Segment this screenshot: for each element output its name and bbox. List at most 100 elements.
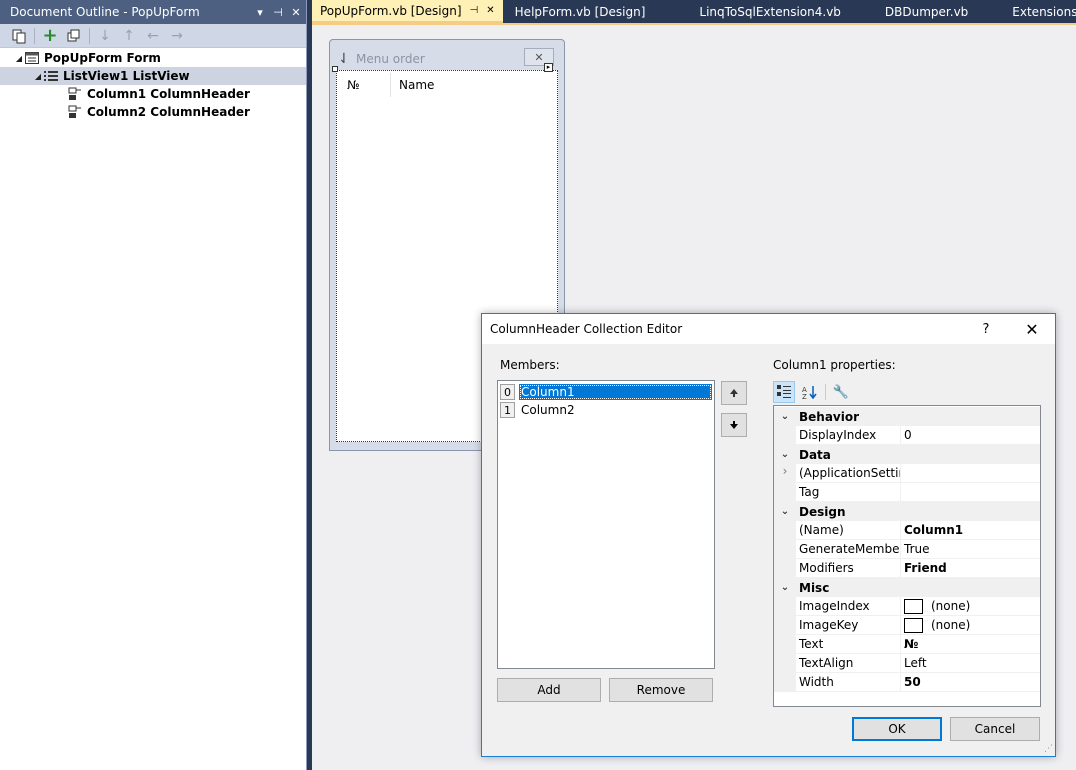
- resize-handle[interactable]: [332, 66, 338, 72]
- property-name[interactable]: ImageKey: [796, 616, 900, 635]
- property-row[interactable]: TextAlign Left: [774, 654, 1040, 673]
- move-up-button[interactable]: [721, 381, 747, 405]
- tree-item-column1[interactable]: Column1 ColumnHeader: [0, 85, 306, 103]
- tab-linqtosqlextension4[interactable]: LinqToSqlExtension4.vb: [691, 0, 849, 23]
- property-grid[interactable]: ⌄ Behavior DisplayIndex 0 ⌄ Data › (Application…: [773, 405, 1041, 707]
- tab-label: DBDumper.vb: [884, 4, 969, 19]
- property-name[interactable]: (ApplicationSettings): [796, 464, 900, 483]
- form-icon: [24, 51, 40, 65]
- listview-column-name[interactable]: Name: [391, 73, 434, 97]
- expand-arrow-icon[interactable]: ◢: [14, 54, 24, 63]
- close-icon[interactable]: ✕: [1009, 320, 1055, 339]
- property-value[interactable]: Friend: [900, 559, 1040, 578]
- expand-arrow-icon[interactable]: ◢: [33, 72, 43, 81]
- member-index: 1: [500, 402, 515, 418]
- pin-icon[interactable]: ⊣: [470, 5, 479, 16]
- help-button[interactable]: ?: [963, 322, 1009, 337]
- property-category[interactable]: ⌄ Behavior: [774, 407, 1040, 426]
- tab-popupform-design[interactable]: PopUpForm.vb [Design] ⊣ ✕: [312, 0, 503, 23]
- move-right-icon[interactable]: →: [168, 27, 186, 45]
- duplicate-icon[interactable]: [65, 27, 83, 45]
- property-category[interactable]: ⌄ Design: [774, 502, 1040, 521]
- property-value[interactable]: Column1: [900, 521, 1040, 540]
- grid-gutter: [774, 483, 796, 502]
- grid-gutter: [774, 673, 796, 692]
- property-name[interactable]: (Name): [796, 521, 900, 540]
- property-row[interactable]: Tag: [774, 483, 1040, 502]
- tab-label: PopUpForm.vb [Design]: [320, 3, 462, 18]
- property-row[interactable]: GenerateMember True: [774, 540, 1040, 559]
- grid-gutter: [774, 559, 796, 578]
- list-item[interactable]: 0 Column1: [500, 383, 712, 401]
- property-value-text: Left: [904, 656, 927, 670]
- property-row[interactable]: Text №: [774, 635, 1040, 654]
- property-value[interactable]: Left: [900, 654, 1040, 673]
- property-row[interactable]: (Name) Column1: [774, 521, 1040, 540]
- property-name[interactable]: TextAlign: [796, 654, 900, 673]
- move-up-icon[interactable]: ↑: [120, 27, 138, 45]
- dropdown-icon[interactable]: ▾: [252, 6, 268, 19]
- property-row[interactable]: Width 50: [774, 673, 1040, 692]
- property-name[interactable]: ImageIndex: [796, 597, 900, 616]
- property-row[interactable]: ›(ApplicationSettings): [774, 464, 1040, 483]
- move-down-icon[interactable]: ↓: [96, 27, 114, 45]
- tab-extensions4[interactable]: Extensions4.vb: [1004, 0, 1076, 23]
- alphabetical-sort-icon[interactable]: AZ: [799, 381, 821, 403]
- property-value[interactable]: 50: [900, 673, 1040, 692]
- listview-column-number[interactable]: №: [339, 73, 391, 97]
- move-down-button[interactable]: [721, 413, 747, 437]
- property-name[interactable]: DisplayIndex: [796, 426, 900, 445]
- sort-order-icon: ⇃: [338, 51, 350, 67]
- category-label: Data: [799, 447, 831, 462]
- add-button[interactable]: Add: [497, 678, 601, 702]
- image-preview-swatch: [904, 617, 923, 633]
- tree-item-listview1[interactable]: ◢ ListView1 ListView: [0, 67, 306, 85]
- collapse-chevron-icon[interactable]: ⌄: [774, 582, 796, 593]
- tree-item-popupform[interactable]: ◢ PopUpForm Form: [0, 49, 306, 67]
- property-value[interactable]: [900, 483, 1040, 502]
- collapse-chevron-icon[interactable]: ⌄: [774, 506, 796, 517]
- property-name[interactable]: GenerateMember: [796, 540, 900, 559]
- member-name: Column1: [519, 384, 712, 400]
- property-category[interactable]: ⌄ Data: [774, 445, 1040, 464]
- property-grid-toolbar: AZ 🔧: [773, 381, 852, 403]
- move-left-icon[interactable]: ←: [144, 27, 162, 45]
- category-label: Behavior: [799, 409, 860, 424]
- property-value[interactable]: №: [900, 635, 1040, 654]
- remove-button[interactable]: Remove: [609, 678, 713, 702]
- property-value[interactable]: (none): [900, 616, 1040, 635]
- list-item[interactable]: 1 Column2: [500, 401, 712, 419]
- close-icon[interactable]: ✕: [288, 6, 304, 19]
- property-row[interactable]: ImageKey (none): [774, 616, 1040, 635]
- property-value[interactable]: True: [900, 540, 1040, 559]
- smart-tag-icon[interactable]: ▸: [544, 63, 553, 72]
- tab-helpform-design[interactable]: HelpForm.vb [Design]: [507, 0, 654, 23]
- property-name[interactable]: Width: [796, 673, 900, 692]
- property-value[interactable]: 0: [900, 426, 1040, 445]
- property-row[interactable]: ImageIndex (none): [774, 597, 1040, 616]
- property-value-text: (none): [931, 599, 971, 613]
- property-value[interactable]: [900, 464, 1040, 483]
- property-value[interactable]: (none): [900, 597, 1040, 616]
- tab-underline: [312, 23, 1076, 25]
- property-name[interactable]: Tag: [796, 483, 900, 502]
- collapse-chevron-icon[interactable]: ⌄: [774, 449, 796, 460]
- property-row[interactable]: DisplayIndex 0: [774, 426, 1040, 445]
- pin-icon[interactable]: ⊣: [270, 6, 286, 19]
- add-icon[interactable]: +: [41, 25, 59, 46]
- outline-titlebar: Document Outline - PopUpForm ▾ ⊣ ✕: [0, 0, 306, 24]
- cancel-button[interactable]: Cancel: [950, 717, 1040, 741]
- property-name[interactable]: Modifiers: [796, 559, 900, 578]
- property-row[interactable]: Modifiers Friend: [774, 559, 1040, 578]
- copy-icon[interactable]: [10, 27, 28, 45]
- categorized-icon[interactable]: [773, 381, 795, 403]
- ok-button[interactable]: OK: [852, 717, 942, 741]
- resize-grip-icon[interactable]: ⋰: [1044, 744, 1053, 754]
- property-name[interactable]: Text: [796, 635, 900, 654]
- tab-dbdumper[interactable]: DBDumper.vb: [877, 0, 976, 23]
- property-category[interactable]: ⌄ Misc: [774, 578, 1040, 597]
- members-list[interactable]: 0 Column1 1 Column2: [497, 380, 715, 669]
- collapse-chevron-icon[interactable]: ⌄: [774, 411, 796, 422]
- close-icon[interactable]: ✕: [486, 5, 494, 16]
- tree-item-column2[interactable]: Column2 ColumnHeader: [0, 103, 306, 121]
